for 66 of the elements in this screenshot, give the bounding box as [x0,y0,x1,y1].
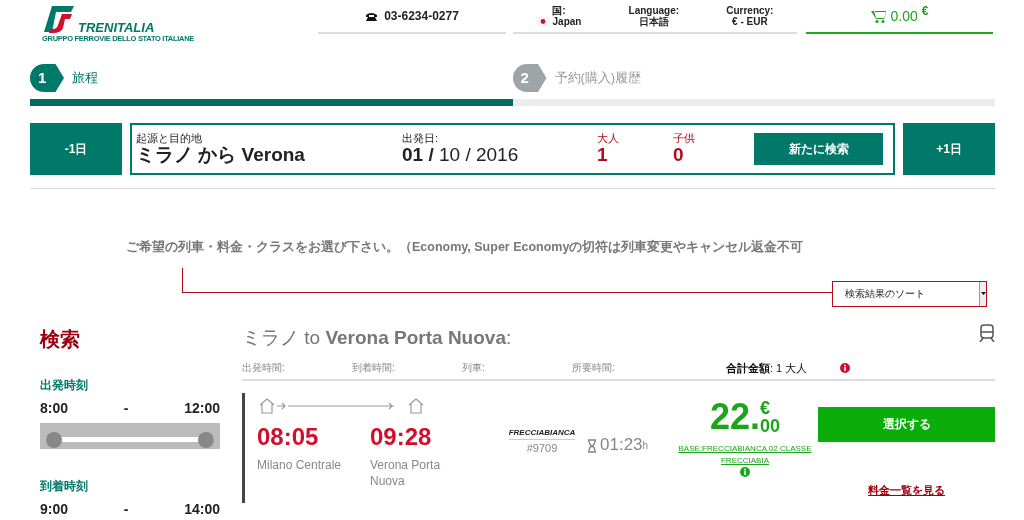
field-label: 起源と目的地 [136,131,203,146]
price-cents: 00 [760,416,781,435]
sidebar-title: 検索 [40,326,81,352]
column-header: 列車: [462,361,486,376]
info-icon [840,362,850,373]
field-label: 大人 [597,131,620,146]
logo-wordmark: TRENITALIA [78,21,155,34]
column-header: 所要時間: [572,361,616,376]
arrival-time: 09:28 [370,424,433,449]
field-value: 01 / 10 / 2016 [402,145,520,167]
total-price-label: 合計金額: 1 大人 [726,360,809,376]
next-day-button[interactable]: +1日 [903,123,995,175]
logo-icon [42,4,76,34]
phone-icon [365,10,379,22]
slider-handle[interactable] [198,431,214,448]
locale-label: Language: [628,4,680,16]
range-end: 12:00 [184,398,220,418]
field-value: ミラノ から Verona [136,145,306,167]
fare-list-link[interactable]: 料金一覧を見る [868,481,945,499]
range-separator: - [123,398,129,418]
hourglass-icon [587,438,597,453]
filter-label: 到着時刻 [40,477,89,495]
previous-day-button[interactable]: -1日 [30,123,122,175]
route-title: ミラノ to Verona Porta Nuova: [242,325,512,350]
sort-select[interactable]: 検索結果のソート [832,280,987,307]
step-label[interactable]: 予約(購入)履歴 [554,68,642,88]
duration-unit: h [642,439,649,453]
new-search-button[interactable]: 新たに検索 [754,133,883,165]
locale-value[interactable]: 日本語 [638,15,669,28]
fare-link[interactable]: BASE:FRECCIABIANCA 02 CLASSE FRECCIABIA [675,442,815,467]
field-value: 1 [597,145,609,167]
field-label: 子供 [673,131,696,146]
step-number[interactable]: 1 [30,64,64,92]
duration: 01:23 [600,435,643,453]
column-header: 到着時間: [352,361,396,376]
slider-track[interactable] [46,431,214,448]
train-icon [979,323,995,342]
cart-total[interactable]: 0.00 $^{€}$ [890,5,929,27]
column-header: 出発時間: [242,361,286,376]
select-button[interactable]: 選択する [818,406,995,442]
field-label: 出発日: [402,131,440,146]
arrival-station: Verona Porta Nuova [370,456,442,490]
range-end: 14:00 [184,499,220,519]
cart-icon[interactable] [870,9,886,23]
step-label[interactable]: 旅程 [72,68,98,88]
field-value: 0 [673,145,685,167]
slider-handle[interactable] [46,431,62,448]
range-start: 9:00 [40,499,69,519]
range-start: 8:00 [40,398,69,418]
info-icon [740,466,750,477]
instruction-text: ご希望の列車・料金・クラスをお選び下さい。（Economy, Super Economyの切符は列車変更やキャンセル返金不可 [126,238,805,256]
train-brand-logo: FRECCIABIANCA [508,426,576,440]
range-separator: - [123,499,129,519]
caret-icon [980,292,986,296]
price-amount: 22. [709,398,760,435]
departure-station: Milano Centrale [257,456,343,473]
departure-time: 08:05 [257,424,320,449]
locale-label: Currency: [726,4,774,16]
filter-label: 出発時刻 [40,376,89,394]
locale-value[interactable]: € - EUR [732,15,768,28]
currency-symbol: € [760,398,771,417]
train-number: #9709 [526,440,558,456]
locale-value[interactable]: Japan [552,15,582,28]
flag-icon [536,17,549,26]
phone-number: 03-6234-0277 [384,8,459,25]
locale-label: 国: [552,4,566,16]
